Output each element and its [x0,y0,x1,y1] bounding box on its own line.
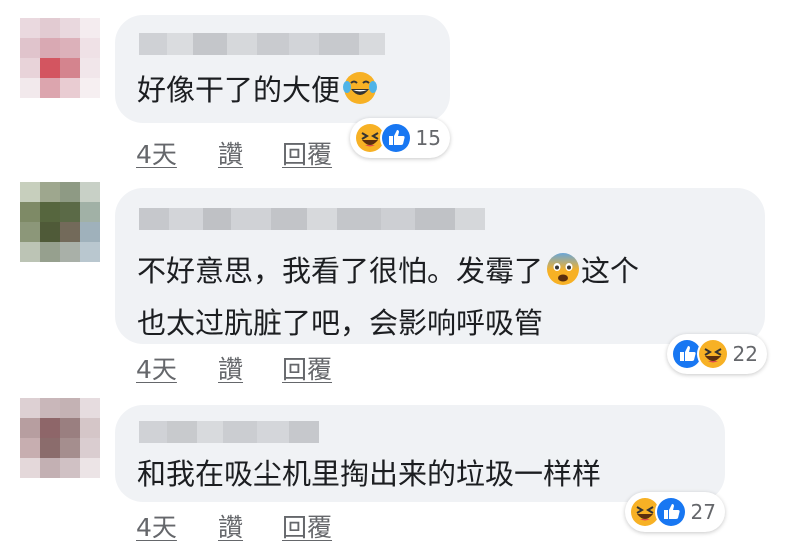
fearful-face-emoji [545,251,581,300]
timestamp-link[interactable]: 4天 [136,508,177,544]
laughing-tears-emoji [342,70,378,119]
comment-bubble: 和我在吸尘机里掏出来的垃圾一样样 [115,405,725,502]
reply-button[interactable]: 回覆 [282,508,332,544]
reaction-summary[interactable]: 22 [667,334,767,374]
reaction-summary[interactable]: 15 [350,118,450,158]
comment-bubble: 不好意思，我看了很怕。发霉了 这个 也太过肮脏了吧，会影响呼吸管 [115,188,765,344]
like-reaction-icon [654,496,687,528]
like-reaction-icon [379,122,412,154]
comment-bubble: 好像干了的大便 [115,15,450,123]
commenter-name[interactable] [139,421,319,443]
reaction-count: 27 [690,500,716,524]
like-button[interactable]: 讚 [218,350,243,386]
reaction-count: 15 [415,126,441,150]
avatar[interactable] [20,182,100,262]
like-button[interactable]: 讚 [218,135,243,171]
reply-button[interactable]: 回覆 [282,135,332,171]
reaction-summary[interactable]: 27 [625,492,725,532]
comment-text: 不好意思，我看了很怕。发霉了 这个 也太过肮脏了吧，会影响呼吸管 [137,248,639,346]
commenter-name[interactable] [139,33,385,55]
comment-text: 好像干了的大便 [137,67,378,119]
avatar[interactable] [20,398,100,478]
reaction-count: 22 [732,342,758,366]
timestamp-link[interactable]: 4天 [136,350,177,386]
commenter-name[interactable] [139,208,485,230]
like-button[interactable]: 讚 [218,508,243,544]
haha-reaction-icon [696,338,729,370]
timestamp-link[interactable]: 4天 [136,135,177,171]
avatar[interactable] [20,18,100,98]
reply-button[interactable]: 回覆 [282,350,332,386]
comment-text: 和我在吸尘机里掏出来的垃圾一样样 [137,457,602,491]
